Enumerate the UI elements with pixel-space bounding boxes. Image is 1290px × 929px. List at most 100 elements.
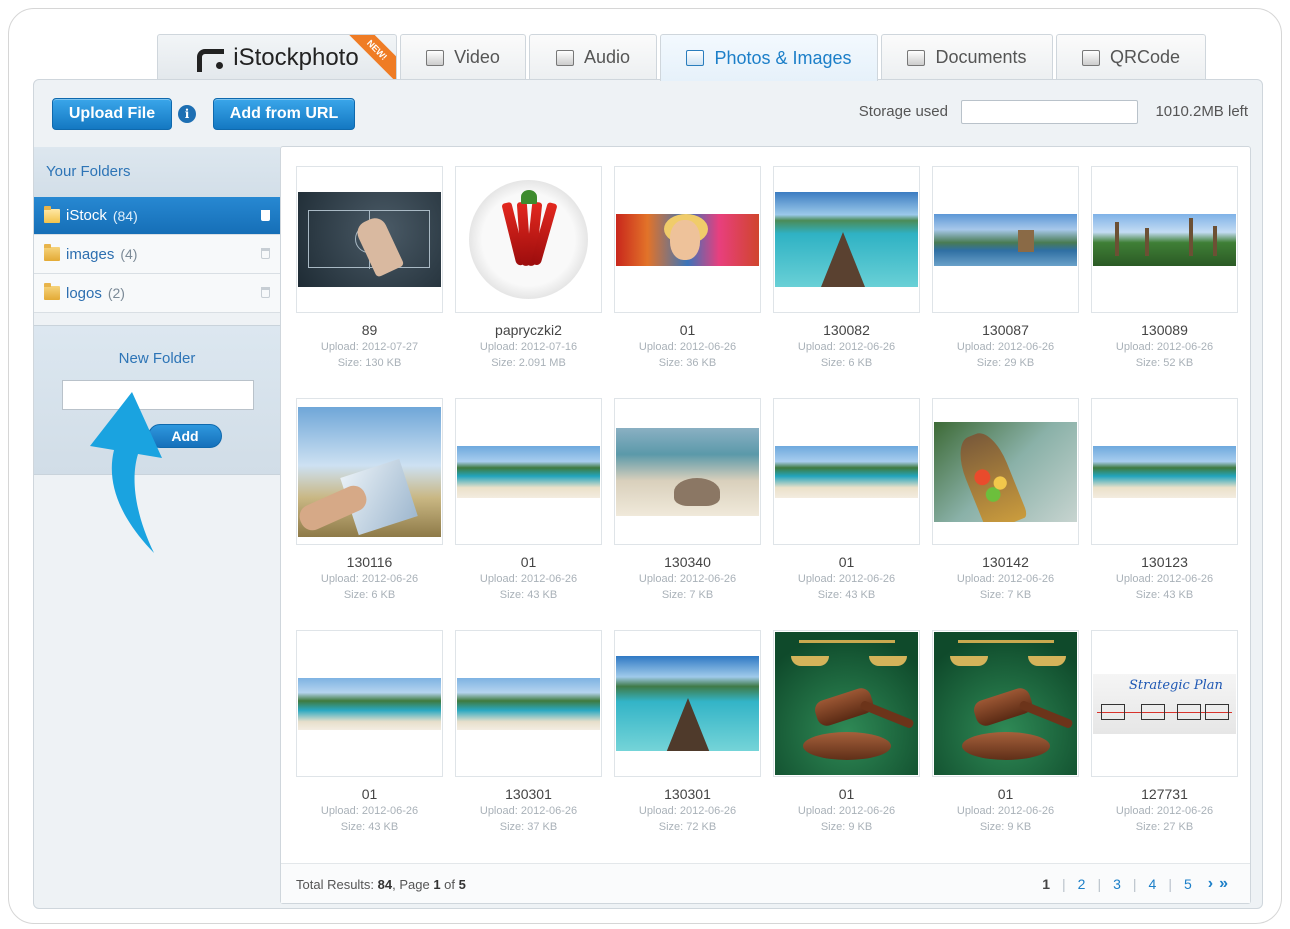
page-5[interactable]: 5 [1184,876,1192,892]
image-title[interactable]: 127731 [1091,786,1238,802]
image-upload-date: Upload: 2012-06-26 [797,341,896,353]
thumbnail-frame[interactable] [296,398,443,545]
thumbnail-frame[interactable] [614,398,761,545]
thumbnail-frame[interactable] [773,630,920,777]
tab-photos-images[interactable]: Photos & Images [660,34,878,81]
image-card[interactable]: 01 Upload: 2012-06-26 Size: 43 KB [296,630,443,846]
boat-lagoon-thumbnail [775,192,918,287]
image-card[interactable]: 130123 Upload: 2012-06-26 Size: 43 KB [1091,398,1238,614]
image-size: Size: 36 KB [658,357,717,369]
add-from-url-button[interactable]: Add from URL [213,98,355,130]
mountain-lake-thumbnail [934,213,1077,266]
image-title[interactable]: 130082 [773,322,920,338]
image-title[interactable]: 130142 [932,554,1079,570]
trash-icon[interactable] [261,210,270,221]
image-card[interactable]: 130301 Upload: 2012-06-26 Size: 37 KB [455,630,602,846]
image-title[interactable]: 130116 [296,554,443,570]
folder-count: (2) [107,285,125,301]
page-1[interactable]: 1 [1042,876,1050,892]
image-card[interactable]: 01 Upload: 2012-06-26 Size: 43 KB [455,398,602,614]
thumbnail-frame[interactable] [455,166,602,313]
image-title[interactable]: 01 [773,786,920,802]
tab-audio[interactable]: Audio [529,34,657,80]
image-upload-date: Upload: 2012-06-26 [1115,805,1214,817]
image-title[interactable]: papryczki2 [455,322,602,338]
image-size: Size: 37 KB [499,821,558,833]
last-page-icon[interactable]: » [1219,875,1228,893]
image-card[interactable]: 130116 Upload: 2012-06-26 Size: 6 KB [296,398,443,614]
thumbnail-frame[interactable] [1091,398,1238,545]
floating-market-thumbnail [934,421,1077,522]
strategic-plan-thumbnail: Strategic Plan [1093,673,1236,734]
audio-icon [555,49,574,66]
thumbnail-frame[interactable] [296,166,443,313]
island-lagoon-thumbnail [457,677,600,730]
folder-item-images[interactable]: images (4) [34,235,280,274]
image-card[interactable]: 130089 Upload: 2012-06-26 Size: 52 KB [1091,166,1238,382]
results-pages: 5 [458,877,466,892]
next-page-icon[interactable]: › [1208,875,1213,893]
page-4[interactable]: 4 [1149,876,1157,892]
thumbnail-frame[interactable] [614,166,761,313]
image-grid: 89 Upload: 2012-07-27 Size: 130 KB papry… [296,166,1238,846]
image-card[interactable]: 130340 Upload: 2012-06-26 Size: 7 KB [614,398,761,614]
image-size: Size: 43 KB [340,821,399,833]
image-title[interactable]: 89 [296,322,443,338]
thumbnail-frame[interactable] [932,630,1079,777]
info-icon[interactable]: i [178,105,196,123]
image-title[interactable]: 130340 [614,554,761,570]
thumbnail-frame[interactable] [296,630,443,777]
image-card[interactable]: 130142 Upload: 2012-06-26 Size: 7 KB [932,398,1079,614]
page-3[interactable]: 3 [1113,876,1121,892]
thumbnail-frame[interactable] [932,398,1079,545]
tab-istockphoto[interactable]: iStockphoto NEW! [157,34,397,80]
tab-documents[interactable]: Documents [881,34,1053,80]
grid-footer: Total Results: 84, Page 1 of 5 1 | 2 | 3… [281,863,1250,903]
image-title[interactable]: 130301 [455,786,602,802]
image-title[interactable]: 01 [773,554,920,570]
image-title[interactable]: 01 [614,322,761,338]
page-separator: | [1132,876,1137,892]
image-title[interactable]: 130123 [1091,554,1238,570]
image-card[interactable]: 01 Upload: 2012-06-26 Size: 43 KB [773,398,920,614]
thumbnail-frame[interactable] [773,166,920,313]
thumbnail-frame[interactable] [455,630,602,777]
image-upload-date: Upload: 2012-06-26 [1115,341,1214,353]
image-card[interactable]: 130301 Upload: 2012-06-26 Size: 72 KB [614,630,761,846]
thumbnail-frame[interactable] [773,398,920,545]
tab-video[interactable]: Video [400,34,526,80]
image-card[interactable]: 01 Upload: 2012-06-26 Size: 9 KB [932,630,1079,846]
thumbnail-frame[interactable] [932,166,1079,313]
image-upload-date: Upload: 2012-06-26 [956,341,1055,353]
thumbnail-frame[interactable] [455,398,602,545]
tab-label: Video [454,47,500,67]
image-card[interactable]: 130087 Upload: 2012-06-26 Size: 29 KB [932,166,1079,382]
qrcode-icon [1081,49,1100,66]
folder-item-istock[interactable]: iStock (84) [34,197,292,235]
image-title[interactable]: 01 [932,786,1079,802]
image-card[interactable]: 01 Upload: 2012-06-26 Size: 36 KB [614,166,761,382]
upload-file-button[interactable]: Upload File [52,98,172,130]
image-title[interactable]: 130301 [614,786,761,802]
thumbnail-frame[interactable] [1091,166,1238,313]
boat-lagoon-thumbnail [616,656,759,751]
image-card[interactable]: Strategic Plan 127731 Upload: 2012-06-26… [1091,630,1238,846]
page-2[interactable]: 2 [1078,876,1086,892]
image-card[interactable]: 89 Upload: 2012-07-27 Size: 130 KB [296,166,443,382]
trash-icon[interactable] [261,287,270,298]
image-size: Size: 43 KB [499,589,558,601]
thumbnail-frame[interactable] [614,630,761,777]
image-card[interactable]: 01 Upload: 2012-06-26 Size: 9 KB [773,630,920,846]
tab-qrcode[interactable]: QRCode [1056,34,1206,80]
image-card[interactable]: papryczki2 Upload: 2012-07-16 Size: 2.09… [455,166,602,382]
image-upload-date: Upload: 2012-06-26 [320,573,419,585]
image-title[interactable]: 01 [455,554,602,570]
trash-icon[interactable] [261,248,270,259]
image-title[interactable]: 130089 [1091,322,1238,338]
image-title[interactable]: 01 [296,786,443,802]
folder-item-logos[interactable]: logos (2) [34,274,280,313]
palm-trees-thumbnail [1093,213,1236,266]
thumbnail-frame[interactable]: Strategic Plan [1091,630,1238,777]
image-title[interactable]: 130087 [932,322,1079,338]
image-card[interactable]: 130082 Upload: 2012-06-26 Size: 6 KB [773,166,920,382]
